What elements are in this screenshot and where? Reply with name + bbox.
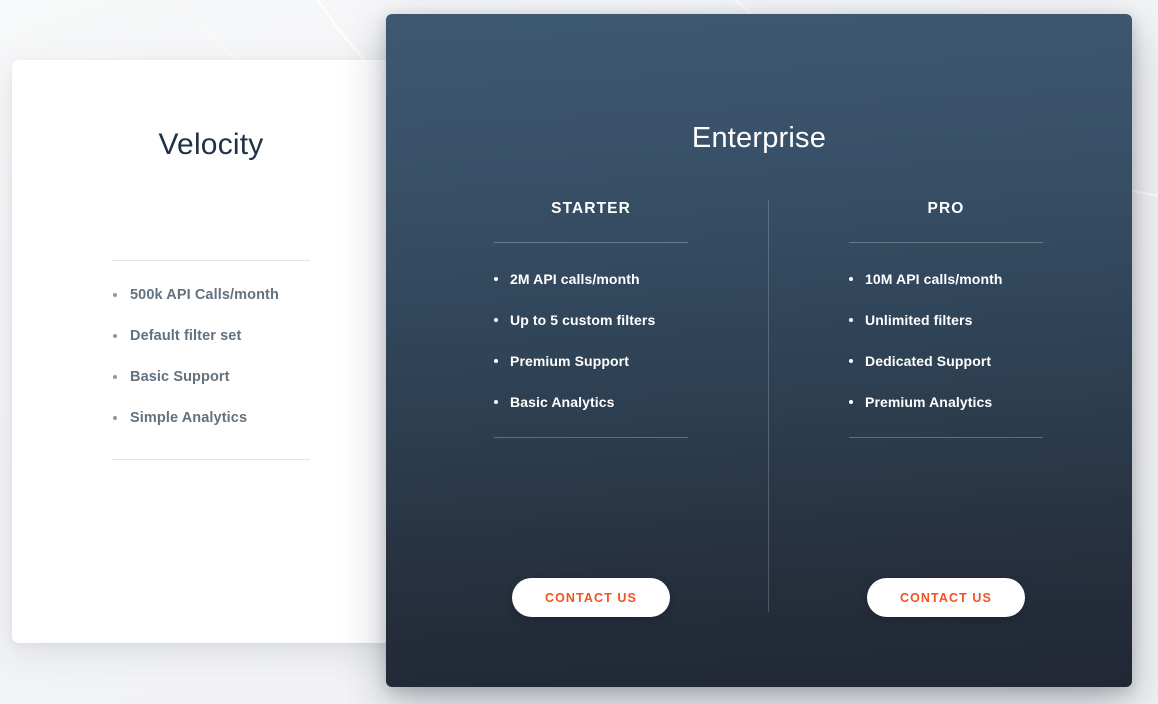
list-item: Premium Analytics	[849, 393, 1043, 411]
plan-name-pro: PRO	[849, 200, 1043, 218]
enterprise-plan-panel: Enterprise STARTER 2M API calls/month Up…	[386, 14, 1132, 687]
list-item: Simple Analytics	[112, 409, 402, 427]
plan-name-starter: STARTER	[494, 200, 688, 218]
bullet-icon	[849, 318, 853, 322]
bullet-icon	[494, 400, 498, 404]
list-item: Basic Support	[112, 368, 402, 386]
bullet-icon	[113, 293, 117, 297]
bullet-icon	[494, 318, 498, 322]
pro-feature-label: Premium Analytics	[865, 394, 992, 410]
bullet-icon	[849, 277, 853, 281]
plan-column-starter: STARTER 2M API calls/month Up to 5 custo…	[494, 200, 688, 438]
starter-feature-label: Up to 5 custom filters	[510, 312, 655, 328]
enterprise-title: Enterprise	[386, 122, 1132, 155]
pro-feature-label: Unlimited filters	[865, 312, 973, 328]
starter-feature-label: Premium Support	[510, 353, 629, 369]
contact-us-button-starter[interactable]: CONTACT US	[512, 578, 670, 617]
pricing-page: Velocity 500k API Calls/month Default fi…	[0, 0, 1158, 704]
velocity-feature-label: Basic Support	[130, 369, 230, 385]
velocity-feature-label: Default filter set	[130, 328, 241, 344]
bullet-icon	[849, 359, 853, 363]
pro-feature-label: Dedicated Support	[865, 353, 991, 369]
starter-feature-label: Basic Analytics	[510, 394, 614, 410]
starter-feature-list: 2M API calls/month Up to 5 custom filter…	[494, 243, 688, 411]
starter-divider-bottom	[494, 437, 688, 438]
starter-feature-label: 2M API calls/month	[510, 271, 640, 287]
velocity-divider-bottom	[112, 459, 310, 460]
velocity-title: Velocity	[12, 128, 410, 162]
bullet-icon	[113, 334, 117, 338]
velocity-feature-label: 500k API Calls/month	[130, 287, 279, 303]
velocity-feature-list: 500k API Calls/month Default filter set …	[112, 286, 402, 450]
list-item: 2M API calls/month	[494, 270, 688, 288]
list-item: Dedicated Support	[849, 352, 1043, 370]
pro-feature-label: 10M API calls/month	[865, 271, 1003, 287]
bullet-icon	[494, 359, 498, 363]
bullet-icon	[113, 416, 117, 420]
contact-us-button-pro[interactable]: CONTACT US	[867, 578, 1025, 617]
list-item: Unlimited filters	[849, 311, 1043, 329]
bullet-icon	[849, 400, 853, 404]
plan-column-pro: PRO 10M API calls/month Unlimited filter…	[849, 200, 1043, 438]
list-item: Basic Analytics	[494, 393, 688, 411]
list-item: 10M API calls/month	[849, 270, 1043, 288]
list-item: Default filter set	[112, 327, 402, 345]
plan-column-divider	[768, 200, 769, 612]
bullet-icon	[113, 375, 117, 379]
velocity-divider-top	[112, 260, 310, 261]
velocity-card-content: Velocity 500k API Calls/month Default fi…	[12, 60, 410, 643]
pro-divider-bottom	[849, 437, 1043, 438]
list-item: 500k API Calls/month	[112, 286, 402, 304]
velocity-feature-label: Simple Analytics	[130, 410, 247, 426]
pro-feature-list: 10M API calls/month Unlimited filters De…	[849, 243, 1043, 411]
list-item: Up to 5 custom filters	[494, 311, 688, 329]
bullet-icon	[494, 277, 498, 281]
list-item: Premium Support	[494, 352, 688, 370]
